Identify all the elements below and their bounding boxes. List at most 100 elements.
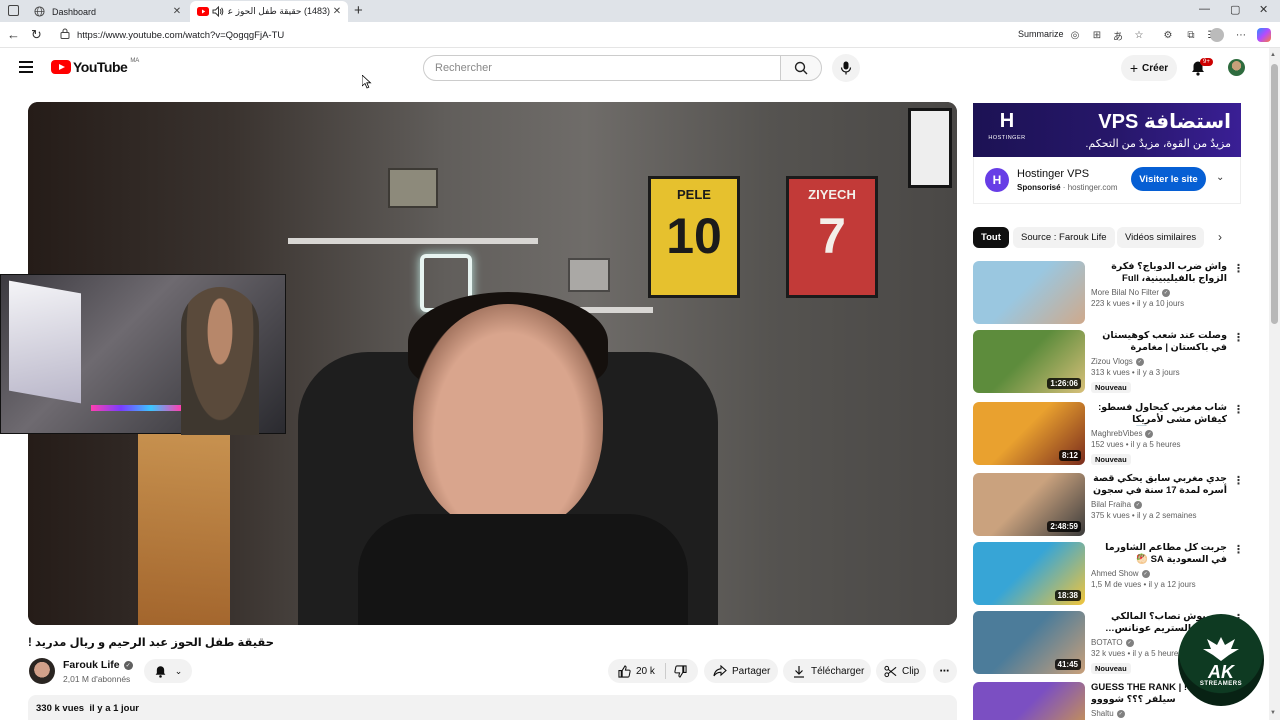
hamburger-menu-icon[interactable] [19,61,33,73]
split-screen-icon[interactable]: ⊞ [1090,28,1104,42]
create-button[interactable]: + Créer [1121,55,1177,81]
video-thumbnail[interactable]: 8:12 [973,402,1085,465]
kebab-menu-icon[interactable]: ⋮ [1233,474,1244,487]
face [413,304,603,532]
video-thumbnail[interactable]: 18:38 [973,542,1085,605]
split-view-icon[interactable]: ⧉ [1184,28,1198,42]
close-window-button[interactable]: ✕ [1259,3,1268,16]
video-thumbnail[interactable]: 41:45 [973,611,1085,674]
close-icon[interactable]: ✕ [170,6,184,17]
recommendation-meta: 152 vues • il y a 5 heures [1091,440,1181,449]
video-thumbnail[interactable] [973,261,1085,324]
recommendation-channel[interactable]: Shaltu [1091,709,1114,718]
back-icon[interactable]: ← [7,27,20,42]
ad-title[interactable]: Hostinger VPS [1017,168,1089,180]
new-tab-button[interactable]: + [354,2,363,19]
video-thumbnail[interactable]: 2:48:59 [973,473,1085,536]
kebab-menu-icon[interactable]: ⋮ [1233,543,1244,556]
read-aloud-icon[interactable]: あ [1111,28,1125,43]
profile-avatar-icon[interactable] [1210,28,1224,42]
kebab-menu-icon[interactable]: ⋮ [1233,262,1244,275]
recommendation-item[interactable]: 18:38 جربت كل مطاعم الشاورما في السعودية … [973,542,1244,606]
more-actions-button[interactable]: ⋯ [933,659,957,683]
summarize-button[interactable]: Summarize [1018,29,1064,39]
globe-icon [33,6,45,18]
like-count[interactable]: 20 k [636,666,655,677]
recommendation-channel[interactable]: More Bilal No Filter [1091,288,1159,297]
thumbs-up-icon[interactable] [617,664,631,678]
recommendation-title[interactable]: جدي مغربي سابق يحكي قصة أسره لمدة 17 سنة… [1091,473,1227,497]
wall-shelf [288,238,538,244]
framed-jersey-pele: PELE 10 [648,176,740,298]
framed-jersey-ziyech: ZIYECH 7 [786,176,878,298]
description-box[interactable] [28,695,957,720]
search-input[interactable]: Rechercher [423,55,781,81]
speaker-icon[interactable] [212,6,224,18]
tab-actions-icon[interactable] [8,5,19,16]
recommendation-channel-line: Shaltu ✓ [1091,709,1227,718]
chip-all[interactable]: Tout [973,227,1009,248]
recommendation-item[interactable]: واش ضرب الدوباج؟ فكرة الزواج بالفيليبيني… [973,261,1244,325]
url-field[interactable]: https://www.youtube.com/watch?v=QogqgFjA… [60,27,1000,43]
page-scrollbar[interactable]: ▲ ▼ [1269,48,1280,720]
recommendation-channel[interactable]: BOTATO [1091,638,1123,647]
kebab-menu-icon[interactable]: ⋮ [1233,331,1244,344]
subscription-notifications-button[interactable]: ⌄ [144,659,192,683]
download-button[interactable]: Télécharger [783,659,871,683]
recommendation-title[interactable]: وصلت عند شعب كوهيستان في باكستان | مغامر… [1091,330,1227,354]
duration-badge: 41:45 [1054,659,1081,670]
close-icon[interactable]: ✕ [330,6,344,17]
recommendation-meta: 223 k vues • il y a 10 jours [1091,299,1185,308]
scroll-down-icon[interactable]: ▼ [1270,710,1276,716]
torso [358,514,688,625]
scroll-up-icon[interactable]: ▲ [1270,52,1276,58]
minimize-button[interactable]: — [1199,3,1210,15]
recommendation-channel[interactable]: Bilal Fraiha [1091,500,1131,509]
video-thumbnail[interactable]: 1:26:06 [973,330,1085,393]
chevron-right-icon[interactable]: › [1218,230,1222,244]
eagle-icon [1203,637,1239,661]
recommendation-title[interactable]: شاب مغربي كيحاول فسطو: كيفاش مشى لأمريكا… [1091,402,1227,426]
hostinger-h-icon: H [999,110,1015,132]
video-thumbnail[interactable] [973,682,1085,720]
search-button[interactable] [780,55,822,81]
tab-youtube[interactable]: (1483) حقيقة طفل الحوز عبد … ✕ [190,1,348,22]
tab-dashboard[interactable]: Dashboard ✕ [26,1,188,22]
recommendation-item[interactable]: 2:48:59 جدي مغربي سابق يحكي قصة أسره لمدة… [973,473,1244,537]
wall-art-frame [908,108,952,188]
chevron-down-icon[interactable]: ⌄ [1216,172,1224,183]
favorite-star-icon[interactable]: ☆ [1132,28,1146,42]
visit-site-button[interactable]: Visiter le site [1131,167,1206,191]
channel-avatar[interactable] [29,658,55,684]
share-button[interactable]: Partager [704,659,778,683]
channel-name-link[interactable]: Farouk Life ✓ [63,659,133,671]
recommendation-channel[interactable]: MaghrebVibes [1091,429,1142,438]
recommendation-channel[interactable]: Zizou Vlogs [1091,357,1133,366]
thumbs-down-icon[interactable] [674,664,688,678]
maximize-button[interactable]: ▢ [1230,3,1240,16]
copilot-icon[interactable] [1257,28,1271,42]
copilot-summary-icon[interactable]: ◎ [1068,28,1082,42]
recommendation-item[interactable]: 8:12 شاب مغربي كيحاول فسطو: كيفاش مشى لأم… [973,402,1244,466]
tab-title: (1483) حقيقة طفل الحوز عبد … [228,6,330,16]
recommendation-channel[interactable]: Ahmed Show [1091,569,1139,578]
recommendation-title[interactable]: جربت كل مطاعم الشاورما في السعودية SA 🥙 [1091,542,1227,566]
clip-button[interactable]: Clip [876,659,926,683]
verified-check-icon: ✓ [1145,429,1154,438]
recommendation-title[interactable]: واش ضرب الدوباج؟ فكرة الزواج بالفيليبيني… [1091,261,1227,285]
chip-related[interactable]: Vidéos similaires [1117,227,1205,248]
scroll-thumb[interactable] [1271,64,1278,324]
hostinger-avatar-icon[interactable]: H [985,168,1009,192]
extension-icon[interactable]: ⚙ [1161,28,1175,42]
kebab-menu-icon[interactable]: ⋮ [1233,403,1244,416]
account-avatar[interactable] [1228,59,1245,76]
search-icon [794,61,808,75]
refresh-icon[interactable]: ↻ [31,27,42,43]
chip-source[interactable]: Source : Farouk Life [1013,227,1115,248]
recommendation-item[interactable]: 1:26:06 وصلت عند شعب كوهيستان في باكستان … [973,330,1244,394]
youtube-logo[interactable]: YouTube MA [51,58,139,75]
ad-banner-image[interactable]: H HOSTINGER استضافة VPS مزيدٌ من القوة، … [973,103,1241,157]
silver-play-button-plaque [568,258,610,292]
voice-search-button[interactable] [832,54,860,82]
menu-dots-icon[interactable]: ⋯ [1234,28,1248,42]
